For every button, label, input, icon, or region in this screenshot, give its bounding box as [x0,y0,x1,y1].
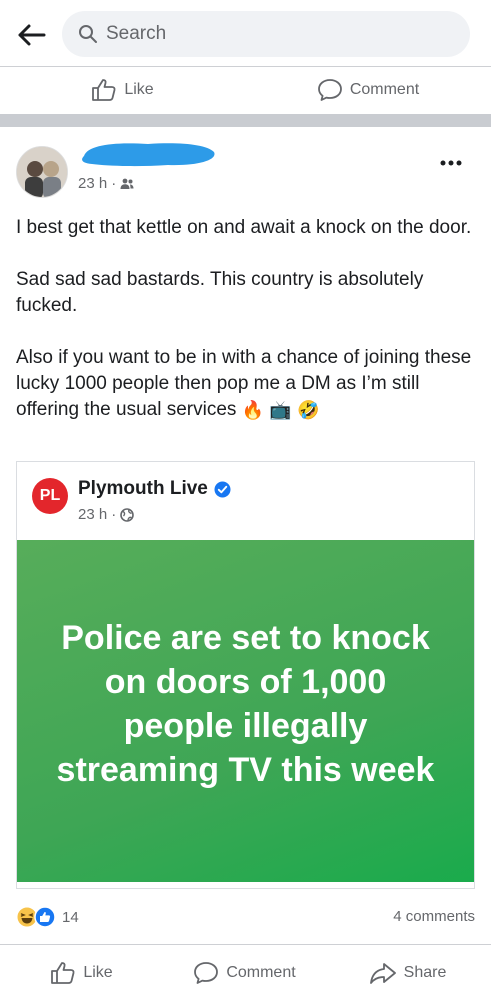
page-name-text: Plymouth Live [78,478,208,499]
back-arrow-icon [18,24,46,46]
comment-label: Comment [226,963,296,981]
shared-page-name[interactable]: Plymouth Live [78,478,231,500]
comment-icon [317,78,342,101]
verified-icon [214,481,231,498]
post-meta: 23 h · [78,175,134,192]
more-options-button[interactable] [440,150,462,171]
shared-post-image[interactable]: Police are set to knock on doors of 1,00… [17,540,474,882]
post-actions: Like Comment Share [0,944,491,1000]
like-label: Like [83,963,113,981]
reactions-summary[interactable]: 14 [16,906,79,928]
share-button[interactable]: Share [326,945,489,1000]
comment-icon [194,961,219,984]
top-bar: Search [0,0,491,66]
reactions-count: 14 [62,908,79,926]
page-logo[interactable]: PL [32,478,68,514]
post-text: I best get that kettle on and await a kn… [16,215,478,449]
author-name-redacted[interactable] [78,138,220,170]
more-icon [440,160,462,166]
post-time[interactable]: 23 h [78,175,107,192]
post-paragraph-last: Also if you want to be in with a chance … [16,345,478,423]
search-placeholder: Search [106,23,167,44]
redaction-scribble [82,143,215,167]
rofl-emoji: 🤣 [297,400,320,420]
previous-post-actions: Like Comment [0,66,491,112]
prev-like-label: Like [124,80,154,98]
prev-comment-label: Comment [349,80,420,98]
feed-divider [0,114,491,127]
prev-comment-button[interactable]: Comment [245,67,491,112]
post-stats: 14 4 comments [0,898,491,934]
fire-emoji: 🔥 [241,400,265,420]
avatar[interactable] [16,146,68,198]
shared-post-time[interactable]: 23 h [78,506,107,523]
share-label: Share [403,963,447,981]
comment-button[interactable]: Comment [163,945,326,1000]
friends-icon [120,178,134,189]
tv-emoji: 📺 [269,400,292,420]
like-icon [92,78,116,101]
search-input[interactable]: Search [62,11,470,57]
post-paragraph: I best get that kettle on and await a kn… [16,217,472,238]
share-icon [369,962,396,984]
meta-dot: · [111,175,117,192]
comments-count-link[interactable]: 4 comments [393,908,475,925]
shared-post-meta: 23 h · [78,506,135,523]
shared-post-headline: Police are set to knock on doors of 1,00… [56,619,435,789]
shared-post-card[interactable]: PL Plymouth Live 23 h · Police are set t… [16,461,475,889]
post-paragraph: Sad sad sad bastards. This country is ab… [16,269,424,316]
like-reaction-icon [34,906,56,928]
like-icon [51,961,75,984]
back-button[interactable] [14,18,48,52]
prev-like-button[interactable]: Like [0,67,245,112]
like-button[interactable]: Like [0,945,163,1000]
globe-icon [120,507,135,522]
meta-dot: · [111,506,117,523]
avatar-photo [17,147,67,197]
search-icon [79,25,97,43]
